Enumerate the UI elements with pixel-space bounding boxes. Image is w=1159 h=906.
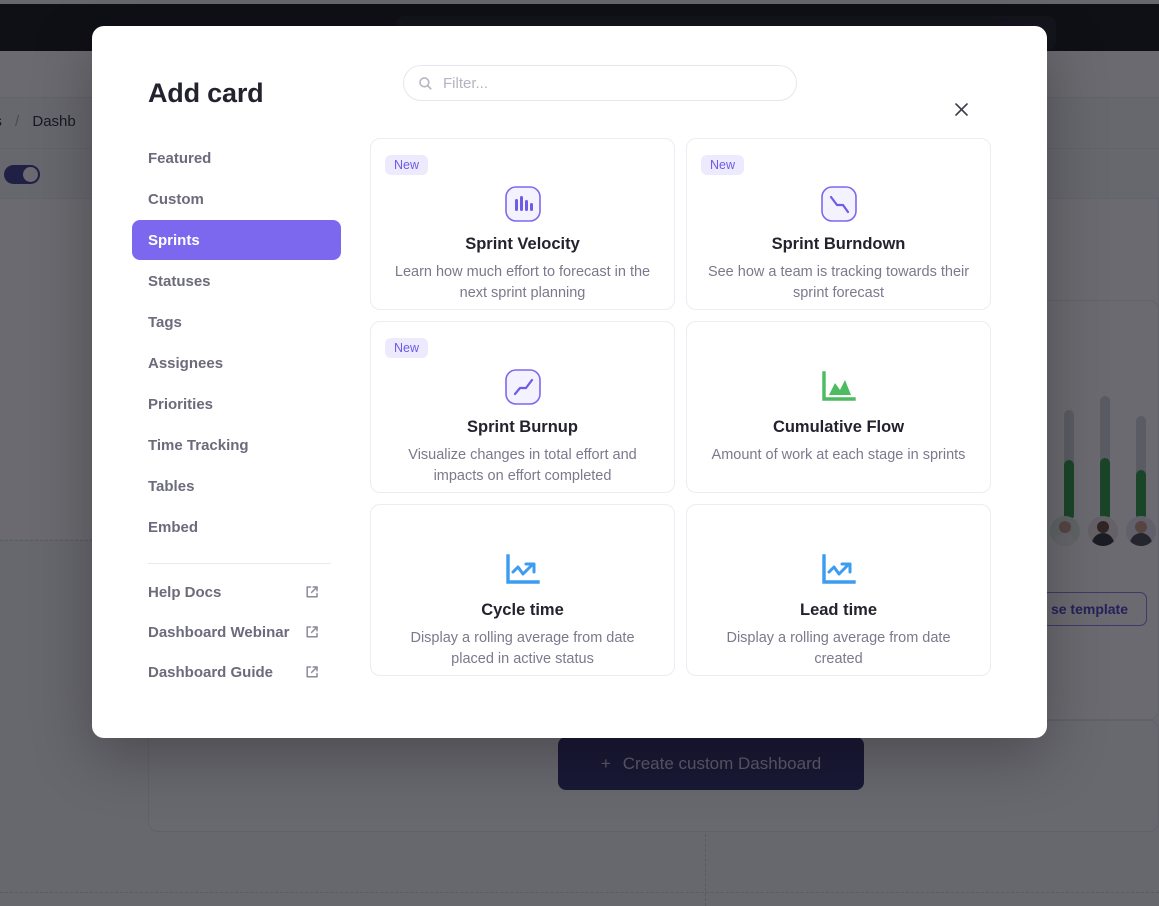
card-title: Cumulative Flow <box>772 418 905 436</box>
add-card-modal: Add card Featured Custom Sprints Statuse… <box>92 26 1047 738</box>
trend-up-chart-icon <box>505 549 540 591</box>
card-description: Learn how much effort to forecast in the… <box>394 264 651 302</box>
sidebar-item-priorities[interactable]: Priorities <box>132 384 341 424</box>
search-icon <box>419 76 432 90</box>
sidebar-item-tables[interactable]: Tables <box>132 466 341 506</box>
card-title: Sprint Velocity <box>465 235 580 253</box>
sidebar-item-label: Tags <box>148 313 182 331</box>
sidebar-item-label: Tables <box>148 477 195 495</box>
sidebar-item-embed[interactable]: Embed <box>132 507 341 547</box>
card-description: Visualize changes in total effort and im… <box>408 447 637 485</box>
close-icon[interactable] <box>948 96 974 122</box>
burndown-line-icon <box>820 183 857 225</box>
card-description: Display a rolling average from date crea… <box>726 630 951 668</box>
external-link-icon <box>306 586 318 598</box>
trend-up-chart-icon <box>821 549 856 591</box>
card-cycle-time[interactable]: Cycle time Display a rolling average fro… <box>370 504 675 676</box>
sidebar-item-label: Statuses <box>148 272 211 290</box>
status-badge: New <box>385 155 429 175</box>
sidebar-item-time-tracking[interactable]: Time Tracking <box>132 425 341 465</box>
card-sprint-burnup[interactable]: New Sprint Burnup Visualize changes in t… <box>370 321 675 493</box>
card-description: Display a rolling average from date plac… <box>410 630 635 668</box>
card-grid: New Sprint Velocity Learn how much effor… <box>370 138 991 676</box>
card-sprint-burndown[interactable]: New Sprint Burndown See how a team is tr… <box>686 138 991 310</box>
sidebar-item-assignees[interactable]: Assignees <box>132 343 341 383</box>
status-badge: New <box>701 155 745 175</box>
card-cumulative-flow[interactable]: Cumulative Flow Amount of work at each s… <box>686 321 991 493</box>
external-link-icon <box>306 666 318 678</box>
card-description: Amount of work at each stage in sprints <box>711 447 966 463</box>
bar-chart-icon <box>504 183 541 225</box>
sidebar-item-statuses[interactable]: Statuses <box>132 261 341 301</box>
sidebar-item-featured[interactable]: Featured <box>132 138 341 178</box>
sidebar-link-label: Dashboard Guide <box>148 663 274 681</box>
sidebar-item-custom[interactable]: Custom <box>132 179 341 219</box>
sidebar-item-sprints[interactable]: Sprints <box>132 220 341 260</box>
sidebar-item-tags[interactable]: Tags <box>132 302 341 342</box>
modal-title: Add card <box>148 78 264 108</box>
card-description: See how a team is tracking towards their… <box>707 264 970 302</box>
card-sprint-velocity[interactable]: New Sprint Velocity Learn how much effor… <box>370 138 675 310</box>
burnup-line-icon <box>504 366 541 408</box>
filter-search-box[interactable] <box>403 65 797 101</box>
sidebar-link-label: Help Docs <box>148 583 222 601</box>
sidebar-link-dashboard-webinar[interactable]: Dashboard Webinar <box>132 612 341 652</box>
card-title: Cycle time <box>481 601 564 619</box>
external-link-icon <box>306 626 318 638</box>
sidebar-item-label: Priorities <box>148 395 214 413</box>
sidebar-link-dashboard-guide[interactable]: Dashboard Guide <box>132 652 341 692</box>
status-badge: New <box>385 338 429 358</box>
modal-sidebar: Featured Custom Sprints Statuses Tags As… <box>132 138 341 692</box>
sidebar-link-help-docs[interactable]: Help Docs <box>132 572 341 612</box>
sidebar-item-label: Featured <box>148 149 212 167</box>
sidebar-item-label: Embed <box>148 518 199 536</box>
card-title: Sprint Burnup <box>467 418 578 436</box>
card-title: Lead time <box>799 601 878 619</box>
sidebar-divider <box>148 563 331 564</box>
sidebar-item-label: Sprints <box>148 231 200 249</box>
sidebar-link-label: Dashboard Webinar <box>148 623 290 641</box>
sidebar-item-label: Time Tracking <box>148 436 249 454</box>
sidebar-item-label: Assignees <box>148 354 224 372</box>
card-title: Sprint Burndown <box>771 235 906 253</box>
card-lead-time[interactable]: Lead time Display a rolling average from… <box>686 504 991 676</box>
filter-input[interactable] <box>443 74 782 92</box>
area-chart-icon <box>821 366 856 408</box>
sidebar-item-label: Custom <box>148 190 204 208</box>
